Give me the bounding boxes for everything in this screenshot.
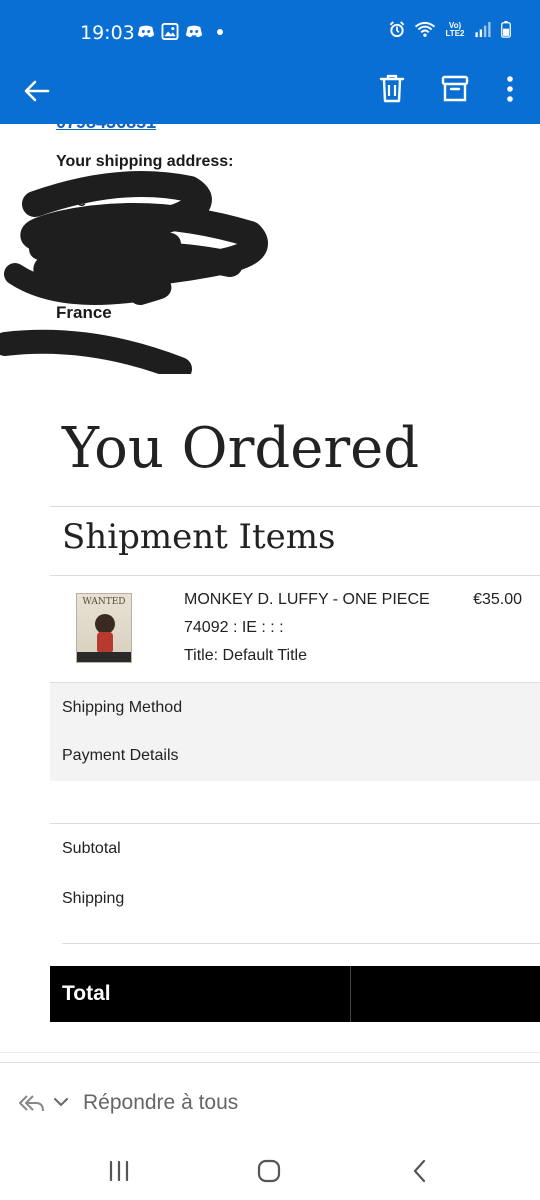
divider — [50, 506, 540, 507]
system-icons: Vo) LTE2 — [388, 21, 512, 38]
reply-all-icon[interactable] — [18, 1091, 46, 1115]
shipping-payment-box: Shipping Method Payment Details — [50, 682, 540, 781]
payment-details-label: Payment Details — [62, 747, 179, 764]
more-options-icon[interactable] — [494, 72, 526, 106]
system-nav-bar — [0, 1144, 540, 1200]
signal-icon — [475, 21, 491, 38]
back-arrow-icon[interactable] — [20, 74, 54, 108]
divider — [62, 943, 540, 944]
redaction-scribble — [0, 171, 268, 374]
gallery-icon — [161, 23, 179, 40]
shipping-method-label: Shipping Method — [62, 699, 183, 716]
item-price: €35.00 — [473, 591, 522, 608]
thumbnail-text: WANTED — [82, 597, 126, 607]
total-label: Total — [62, 982, 111, 1005]
volte-icon: Vo) LTE2 — [445, 20, 465, 38]
archive-icon[interactable] — [439, 72, 471, 106]
divider — [0, 1052, 540, 1053]
you-ordered-heading: You Ordered — [62, 416, 420, 481]
reply-bar[interactable]: Répondre à tous — [0, 1062, 540, 1144]
item-variant: Title: Default Title — [184, 647, 308, 664]
more-notifications-dot — [217, 28, 223, 35]
email-body: 0798436851 Your shipping address: noe e … — [0, 124, 540, 1064]
shipment-items-title: Shipment Items — [62, 517, 336, 557]
item-sku: 74092 : IE : : : — [184, 619, 284, 636]
divider — [50, 823, 540, 824]
home-icon[interactable] — [254, 1156, 284, 1186]
status-time: 19:03 — [80, 22, 135, 44]
subtotal-label: Subtotal — [62, 840, 121, 857]
alarm-icon — [389, 21, 405, 38]
recent-apps-icon[interactable] — [104, 1156, 134, 1186]
wifi-icon — [414, 21, 436, 37]
notification-icons — [137, 23, 223, 40]
discord-icon — [185, 25, 203, 38]
delete-icon[interactable] — [376, 72, 408, 106]
battery-icon — [501, 21, 511, 38]
shipping-cost-label: Shipping — [62, 890, 125, 907]
product-thumbnail[interactable]: WANTED — [76, 593, 132, 663]
chevron-down-icon[interactable] — [52, 1093, 70, 1111]
discord-icon — [137, 25, 155, 38]
header: 19:03 Vo) LTE2 — [0, 0, 540, 124]
status-bar: 19:03 Vo) LTE2 — [0, 0, 540, 64]
app-bar — [0, 64, 540, 124]
nav-back-icon[interactable] — [405, 1156, 435, 1186]
item-name: MONKEY D. LUFFY - ONE PIECE — [184, 591, 430, 608]
order-item-row: WANTED MONKEY D. LUFFY - ONE PIECE 74092… — [50, 576, 540, 682]
reply-all-label[interactable]: Répondre à tous — [83, 1091, 238, 1115]
phone-link[interactable]: 0798436851 — [56, 124, 156, 133]
total-row: Total — [50, 966, 540, 1022]
